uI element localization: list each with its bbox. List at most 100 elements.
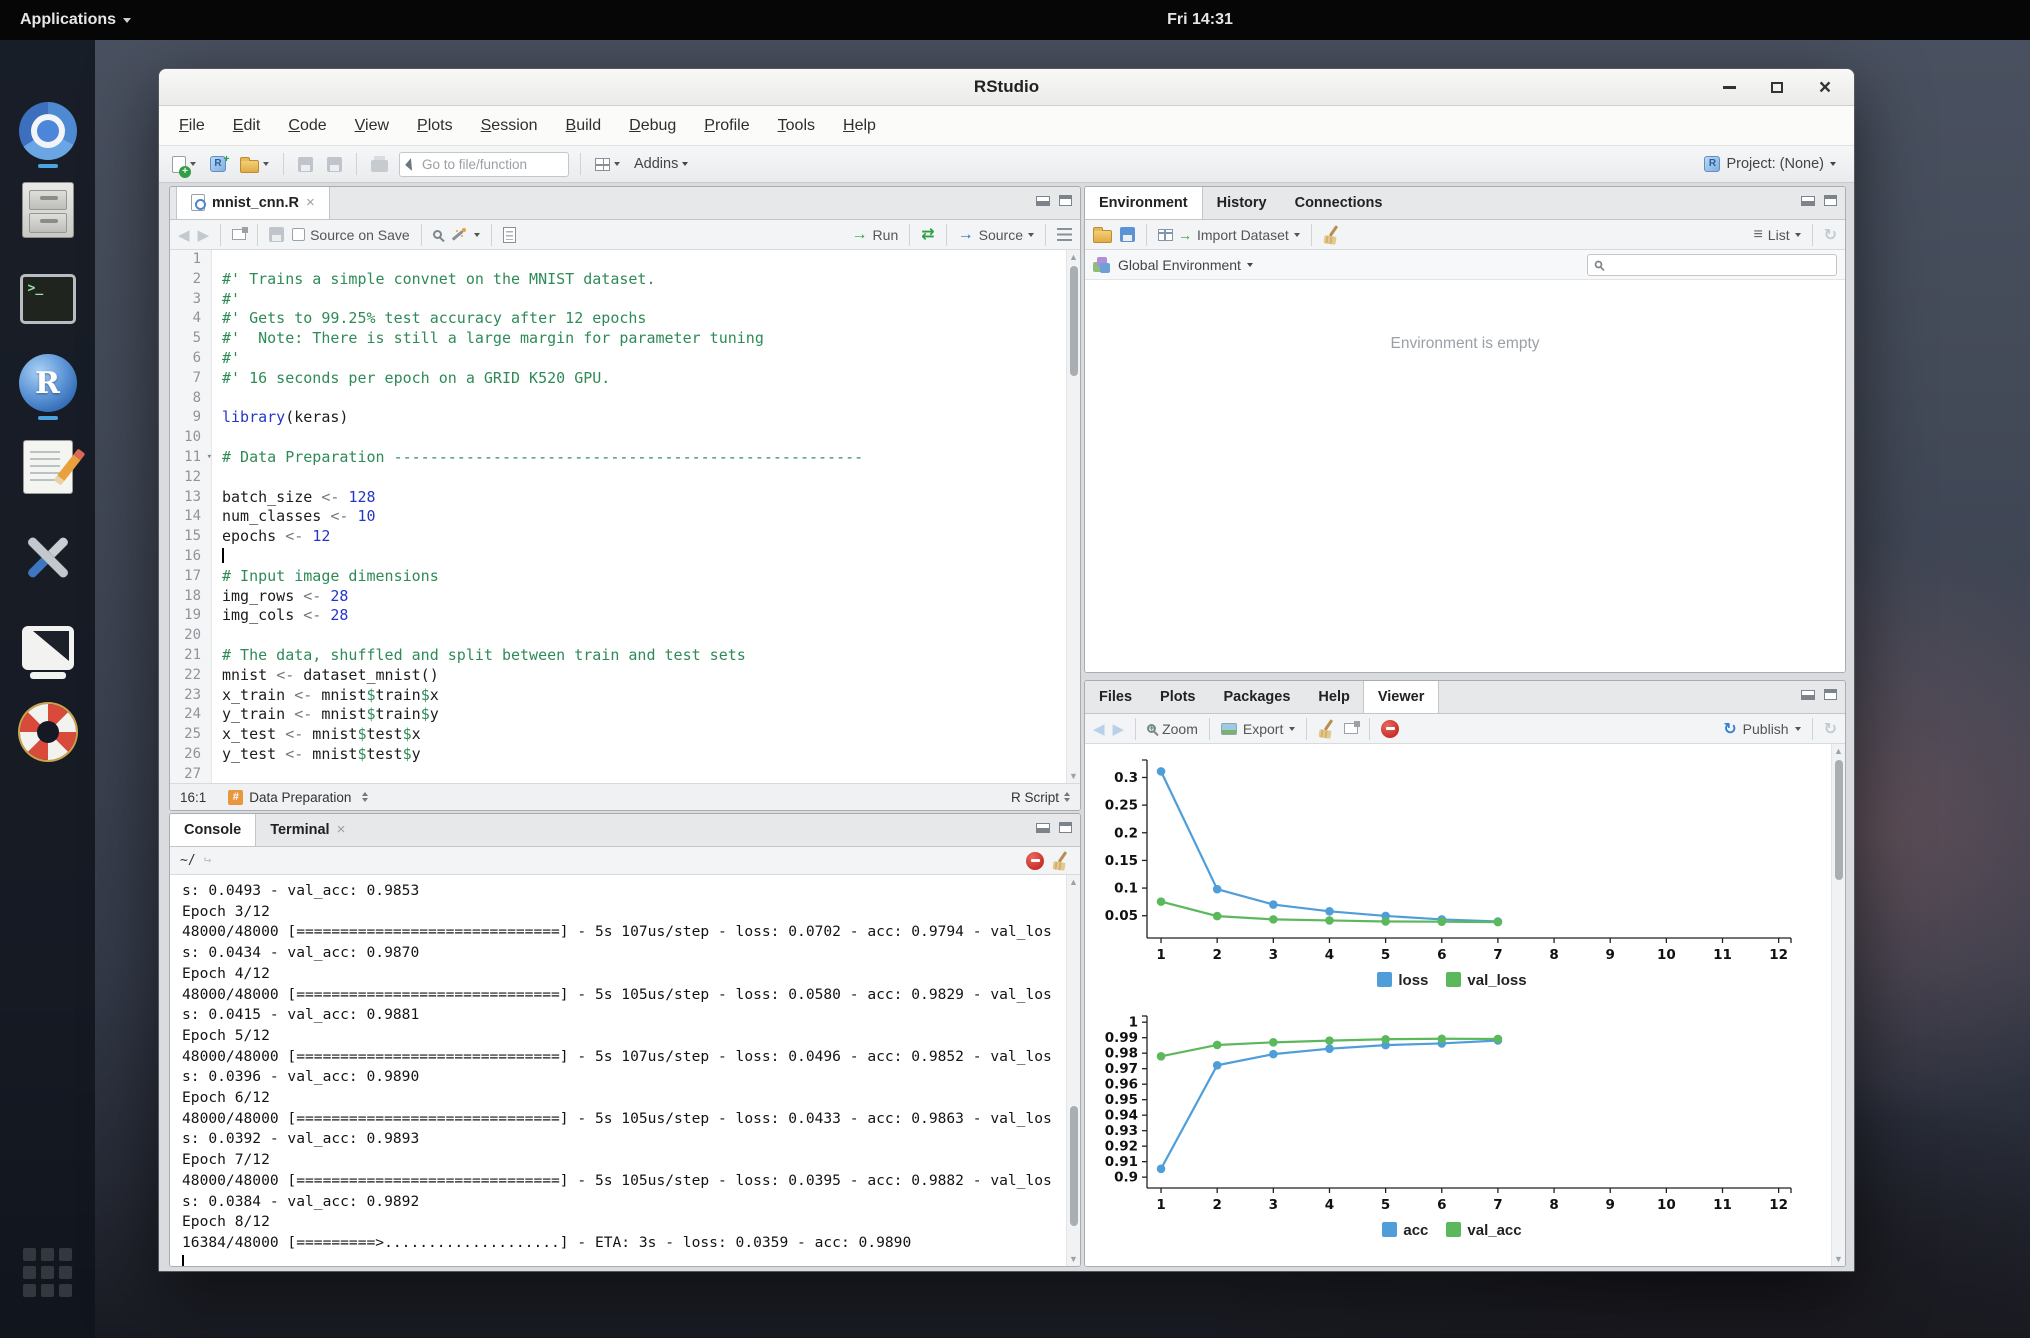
maximize-button[interactable]	[1766, 77, 1788, 99]
code-line[interactable]	[212, 765, 1066, 783]
scroll-down-icon[interactable]: ▼	[1067, 1254, 1080, 1264]
scroll-down-icon[interactable]: ▼	[1832, 1254, 1845, 1264]
workspace-panes-button[interactable]	[592, 156, 623, 173]
code-line[interactable]	[212, 547, 1066, 567]
viewer-tab-packages[interactable]: Packages	[1210, 680, 1305, 713]
open-in-new-window-icon[interactable]	[232, 229, 246, 240]
menu-help[interactable]: Help	[829, 117, 890, 135]
run-button[interactable]: → Run	[852, 227, 899, 243]
stop-icon[interactable]	[1381, 720, 1399, 738]
line-number[interactable]: 9	[170, 408, 211, 428]
forward-icon[interactable]: ▶	[198, 226, 210, 244]
menu-build[interactable]: Build	[552, 117, 616, 135]
line-number[interactable]: 14	[170, 507, 211, 527]
minimize-button[interactable]	[1718, 77, 1740, 99]
environment-tab-connections[interactable]: Connections	[1281, 186, 1397, 219]
scroll-up-icon[interactable]: ▲	[1067, 252, 1080, 262]
code-line[interactable]	[212, 626, 1066, 646]
code-line[interactable]: y_train <- mnist$train$y	[212, 705, 1066, 725]
list-view-button[interactable]: ≡ List	[1753, 226, 1800, 244]
dock-item-display[interactable]	[0, 626, 95, 670]
code-line[interactable]: batch_size <- 128	[212, 488, 1066, 508]
menu-edit[interactable]: Edit	[219, 117, 275, 135]
environment-tab-environment[interactable]: Environment	[1084, 186, 1203, 219]
refresh-icon[interactable]: ↻	[1824, 225, 1837, 245]
applications-menu[interactable]: Applications	[20, 11, 131, 29]
line-number[interactable]: 27	[170, 765, 211, 783]
maximize-pane-icon[interactable]	[1824, 195, 1837, 206]
line-number[interactable]: 13	[170, 488, 211, 508]
back-icon[interactable]: ◀	[178, 226, 190, 244]
document-outline-icon[interactable]	[1057, 228, 1072, 241]
line-number[interactable]: 19	[170, 606, 211, 626]
code-line[interactable]: x_test <- mnist$test$x	[212, 725, 1066, 745]
code-area[interactable]: 1234567891011▾12131415161718192021222324…	[170, 250, 1066, 783]
code-line[interactable]: y_test <- mnist$test$y	[212, 745, 1066, 765]
scrollbar-thumb[interactable]	[1835, 760, 1843, 880]
menu-view[interactable]: View	[341, 117, 403, 135]
console-scrollbar[interactable]: ▲ ▼	[1066, 875, 1080, 1266]
new-file-button[interactable]	[169, 154, 199, 175]
code-line[interactable]: epochs <- 12	[212, 527, 1066, 547]
scroll-up-icon[interactable]: ▲	[1067, 877, 1080, 887]
line-number[interactable]: 10	[170, 428, 211, 448]
addins-button[interactable]: Addins	[631, 154, 691, 174]
scroll-down-icon[interactable]: ▼	[1067, 771, 1080, 781]
dock-item-help[interactable]	[0, 704, 95, 760]
line-number[interactable]: 11▾	[170, 448, 211, 468]
maximize-pane-icon[interactable]	[1059, 822, 1072, 833]
clock[interactable]: Fri 14:31	[1125, 11, 1275, 29]
line-number[interactable]: 5	[170, 329, 211, 349]
back-icon[interactable]: ◀	[1093, 720, 1105, 738]
open-in-new-window-icon[interactable]	[1344, 723, 1358, 734]
editor-scrollbar[interactable]: ▲ ▼	[1066, 250, 1080, 783]
close-button[interactable]: ×	[1814, 77, 1836, 99]
code-line[interactable]: num_classes <- 10	[212, 507, 1066, 527]
line-number[interactable]: 18	[170, 587, 211, 607]
code-line[interactable]: img_rows <- 28	[212, 587, 1066, 607]
viewer-scrollbar[interactable]: ▲ ▼	[1831, 744, 1845, 1266]
publish-button[interactable]: ↻ Publish	[1723, 719, 1800, 739]
clear-viewer-icon[interactable]	[1318, 720, 1336, 738]
open-file-button[interactable]	[237, 154, 272, 175]
line-number[interactable]: 3	[170, 290, 211, 310]
line-number[interactable]: 22	[170, 666, 211, 686]
dock-item-rstudio[interactable]: R	[0, 354, 95, 412]
code-line[interactable]: # Data Preparation ---------------------…	[212, 448, 1066, 468]
compile-report-icon[interactable]	[503, 227, 516, 243]
line-number[interactable]: 16	[170, 547, 211, 567]
tab-mnist-cnn[interactable]: mnist_cnn.R ×	[176, 186, 330, 219]
line-number[interactable]: 7	[170, 369, 211, 389]
filetype-selector[interactable]: R Script	[1011, 790, 1070, 805]
code-line[interactable]: img_cols <- 28	[212, 606, 1066, 626]
code-line[interactable]	[212, 389, 1066, 409]
line-number[interactable]: 23	[170, 686, 211, 706]
save-button[interactable]	[295, 155, 316, 174]
line-number[interactable]: 1	[170, 250, 211, 270]
new-project-button[interactable]: R	[207, 154, 229, 174]
zoom-button[interactable]: Zoom	[1147, 721, 1198, 737]
minimize-pane-icon[interactable]	[1801, 690, 1815, 700]
viewer-tab-plots[interactable]: Plots	[1146, 680, 1209, 713]
save-all-button[interactable]	[324, 155, 345, 174]
menu-debug[interactable]: Debug	[615, 117, 690, 135]
section-selector[interactable]: # Data Preparation	[228, 790, 368, 805]
line-number[interactable]: 25	[170, 725, 211, 745]
scrollbar-thumb[interactable]	[1070, 1106, 1078, 1226]
environment-scope-selector[interactable]: Global Environment	[1118, 257, 1253, 273]
rerun-icon[interactable]: ⇄	[921, 227, 934, 243]
line-number[interactable]: 8	[170, 389, 211, 409]
code-tools-icon[interactable]	[450, 227, 466, 243]
clear-environment-icon[interactable]	[1323, 226, 1341, 244]
menu-plots[interactable]: Plots	[403, 117, 467, 135]
line-number[interactable]: 26	[170, 745, 211, 765]
line-number[interactable]: 20	[170, 626, 211, 646]
code-line[interactable]: #' 16 seconds per epoch on a GRID K520 G…	[212, 369, 1066, 389]
save-workspace-icon[interactable]	[1120, 227, 1135, 242]
viewer-tab-files[interactable]: Files	[1085, 680, 1146, 713]
minimize-pane-icon[interactable]	[1801, 196, 1815, 206]
find-replace-icon[interactable]	[433, 230, 442, 239]
jump-to-directory-icon[interactable]: ↪	[204, 853, 212, 868]
menu-profile[interactable]: Profile	[690, 117, 763, 135]
code-line[interactable]: # The data, shuffled and split between t…	[212, 646, 1066, 666]
